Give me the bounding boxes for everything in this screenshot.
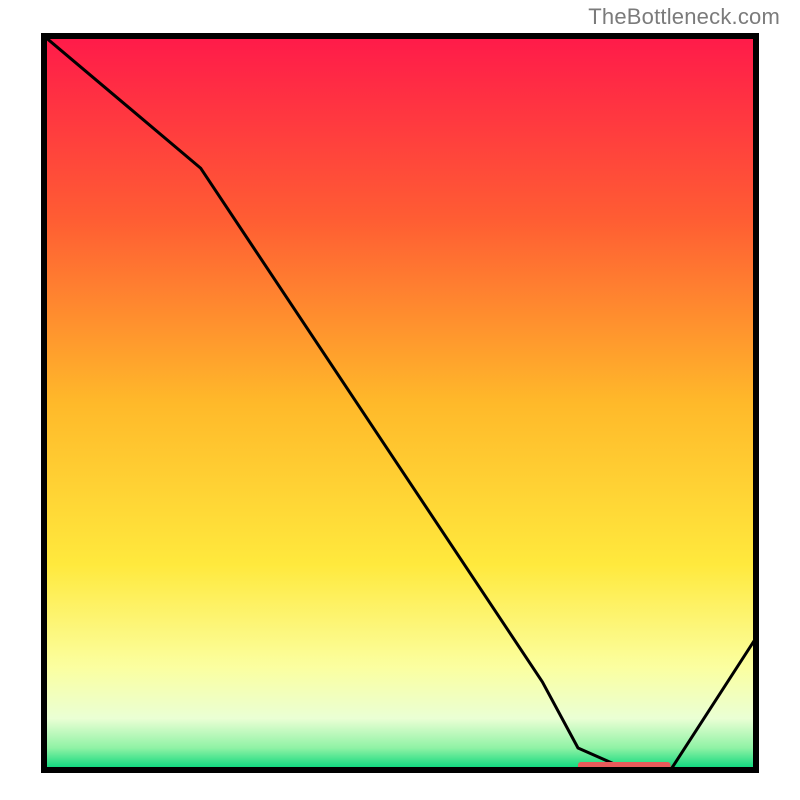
attribution-text: TheBottleneck.com bbox=[588, 4, 780, 30]
chart-root: TheBottleneck.com bbox=[0, 0, 800, 800]
bottleneck-chart bbox=[0, 0, 800, 800]
